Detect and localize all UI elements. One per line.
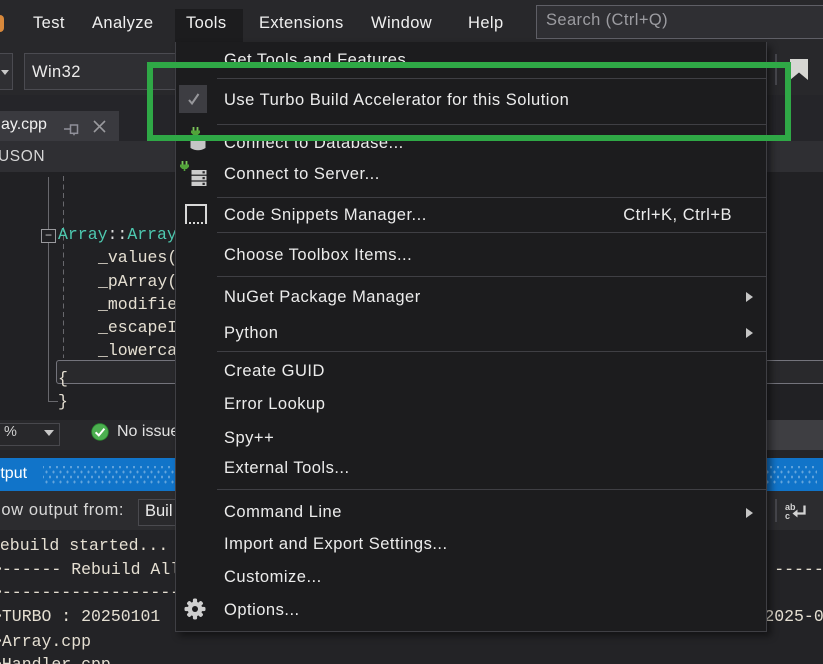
svg-text:c: c	[785, 511, 790, 521]
